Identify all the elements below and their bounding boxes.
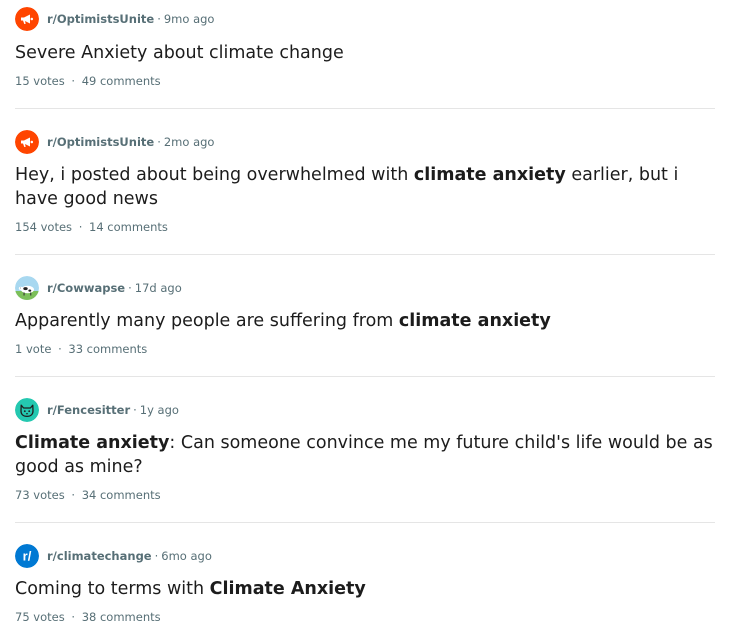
- vote-count: 73 votes: [15, 488, 65, 502]
- post-result[interactable]: r/Cowwapse · 17d ago Apparently many peo…: [15, 255, 715, 377]
- post-meta: r/OptimistsUnite · 2mo ago: [15, 130, 214, 154]
- post-age: 2mo ago: [163, 135, 215, 149]
- post-meta: r/OptimistsUnite · 9mo ago: [15, 7, 214, 31]
- post-meta: r/ r/climatechange · 6mo ago: [15, 544, 212, 568]
- stats-separator: ·: [71, 610, 76, 624]
- stats-separator: ·: [78, 220, 83, 234]
- meta-separator: ·: [157, 12, 161, 26]
- svg-text:r/: r/: [23, 549, 32, 564]
- meta-separator: ·: [154, 549, 159, 563]
- subreddit-name[interactable]: r/OptimistsUnite: [47, 135, 154, 149]
- comment-count[interactable]: 49 comments: [82, 73, 161, 89]
- meta-separator: ·: [157, 135, 161, 149]
- post-title[interactable]: Climate anxiety: Can someone convince me…: [15, 431, 715, 479]
- cow-icon: [15, 276, 39, 300]
- post-result[interactable]: r/OptimistsUnite · 2mo ago Hey, i posted…: [15, 109, 715, 255]
- post-age: 1y ago: [139, 403, 179, 417]
- post-result[interactable]: r/OptimistsUnite · 9mo ago Severe Anxiet…: [15, 0, 715, 109]
- title-text: Hey, i posted about being overwhelmed wi…: [15, 165, 414, 185]
- post-title[interactable]: Coming to terms with Climate Anxiety: [15, 577, 715, 601]
- vote-count: 1 vote: [15, 342, 52, 356]
- post-result[interactable]: r/Fencesitter · 1y ago Climate anxiety: …: [15, 377, 715, 523]
- title-highlight: Climate anxiety: [15, 433, 170, 453]
- title-text: Coming to terms with: [15, 579, 210, 599]
- post-age: 9mo ago: [163, 12, 215, 26]
- subreddit-name[interactable]: r/Cowwapse: [47, 281, 125, 295]
- subreddit-name[interactable]: r/OptimistsUnite: [47, 12, 154, 26]
- meta-separator: ·: [128, 281, 132, 295]
- title-highlight: climate anxiety: [398, 311, 551, 331]
- subreddit-avatar[interactable]: r/: [15, 544, 39, 568]
- stats-separator: ·: [58, 342, 62, 356]
- vote-count: 75 votes: [15, 610, 65, 624]
- post-age: 6mo ago: [161, 549, 212, 563]
- title-text: Apparently many people are suffering fro…: [15, 311, 399, 331]
- stats-separator: ·: [71, 488, 76, 502]
- comment-count[interactable]: 14 comments: [89, 219, 168, 235]
- subreddit-name[interactable]: r/Fencesitter: [47, 403, 130, 417]
- post-stats: 154 votes · 14 comments: [15, 219, 168, 235]
- post-title[interactable]: Hey, i posted about being overwhelmed wi…: [15, 163, 715, 211]
- vote-count: 154 votes: [15, 220, 73, 234]
- post-stats: 1 vote · 33 comments: [15, 341, 147, 357]
- post-stats: 73 votes · 34 comments: [15, 487, 161, 503]
- post-stats: 75 votes · 38 comments: [15, 609, 161, 625]
- title-highlight: Climate Anxiety: [209, 579, 366, 599]
- meta-separator: ·: [133, 403, 137, 417]
- subreddit-name[interactable]: r/climatechange: [47, 549, 152, 563]
- megaphone-icon: [15, 7, 39, 31]
- title-highlight: climate anxiety: [413, 165, 566, 185]
- post-result[interactable]: r/ r/climatechange · 6mo ago Coming to t…: [15, 523, 715, 640]
- post-title[interactable]: Apparently many people are suffering fro…: [15, 309, 715, 333]
- megaphone-icon: [15, 130, 39, 154]
- post-meta: r/Fencesitter · 1y ago: [15, 398, 179, 422]
- subreddit-avatar[interactable]: [15, 276, 39, 300]
- comment-count[interactable]: 34 comments: [82, 487, 161, 503]
- post-title[interactable]: Severe Anxiety about climate change: [15, 41, 715, 65]
- stats-separator: ·: [71, 74, 76, 88]
- post-meta: r/Cowwapse · 17d ago: [15, 276, 182, 300]
- comment-count[interactable]: 38 comments: [82, 609, 161, 625]
- subreddit-avatar[interactable]: [15, 7, 39, 31]
- comment-count[interactable]: 33 comments: [68, 341, 147, 357]
- post-age: 17d ago: [134, 281, 182, 295]
- subreddit-avatar[interactable]: [15, 398, 39, 422]
- subreddit-avatar[interactable]: [15, 130, 39, 154]
- search-results-list: r/OptimistsUnite · 9mo ago Severe Anxiet…: [0, 0, 735, 640]
- post-stats: 15 votes · 49 comments: [15, 73, 161, 89]
- vote-count: 15 votes: [15, 74, 65, 88]
- reddit-r-icon: r/: [15, 544, 39, 568]
- title-text: Severe Anxiety about climate change: [15, 43, 344, 63]
- cat-icon: [15, 398, 39, 422]
